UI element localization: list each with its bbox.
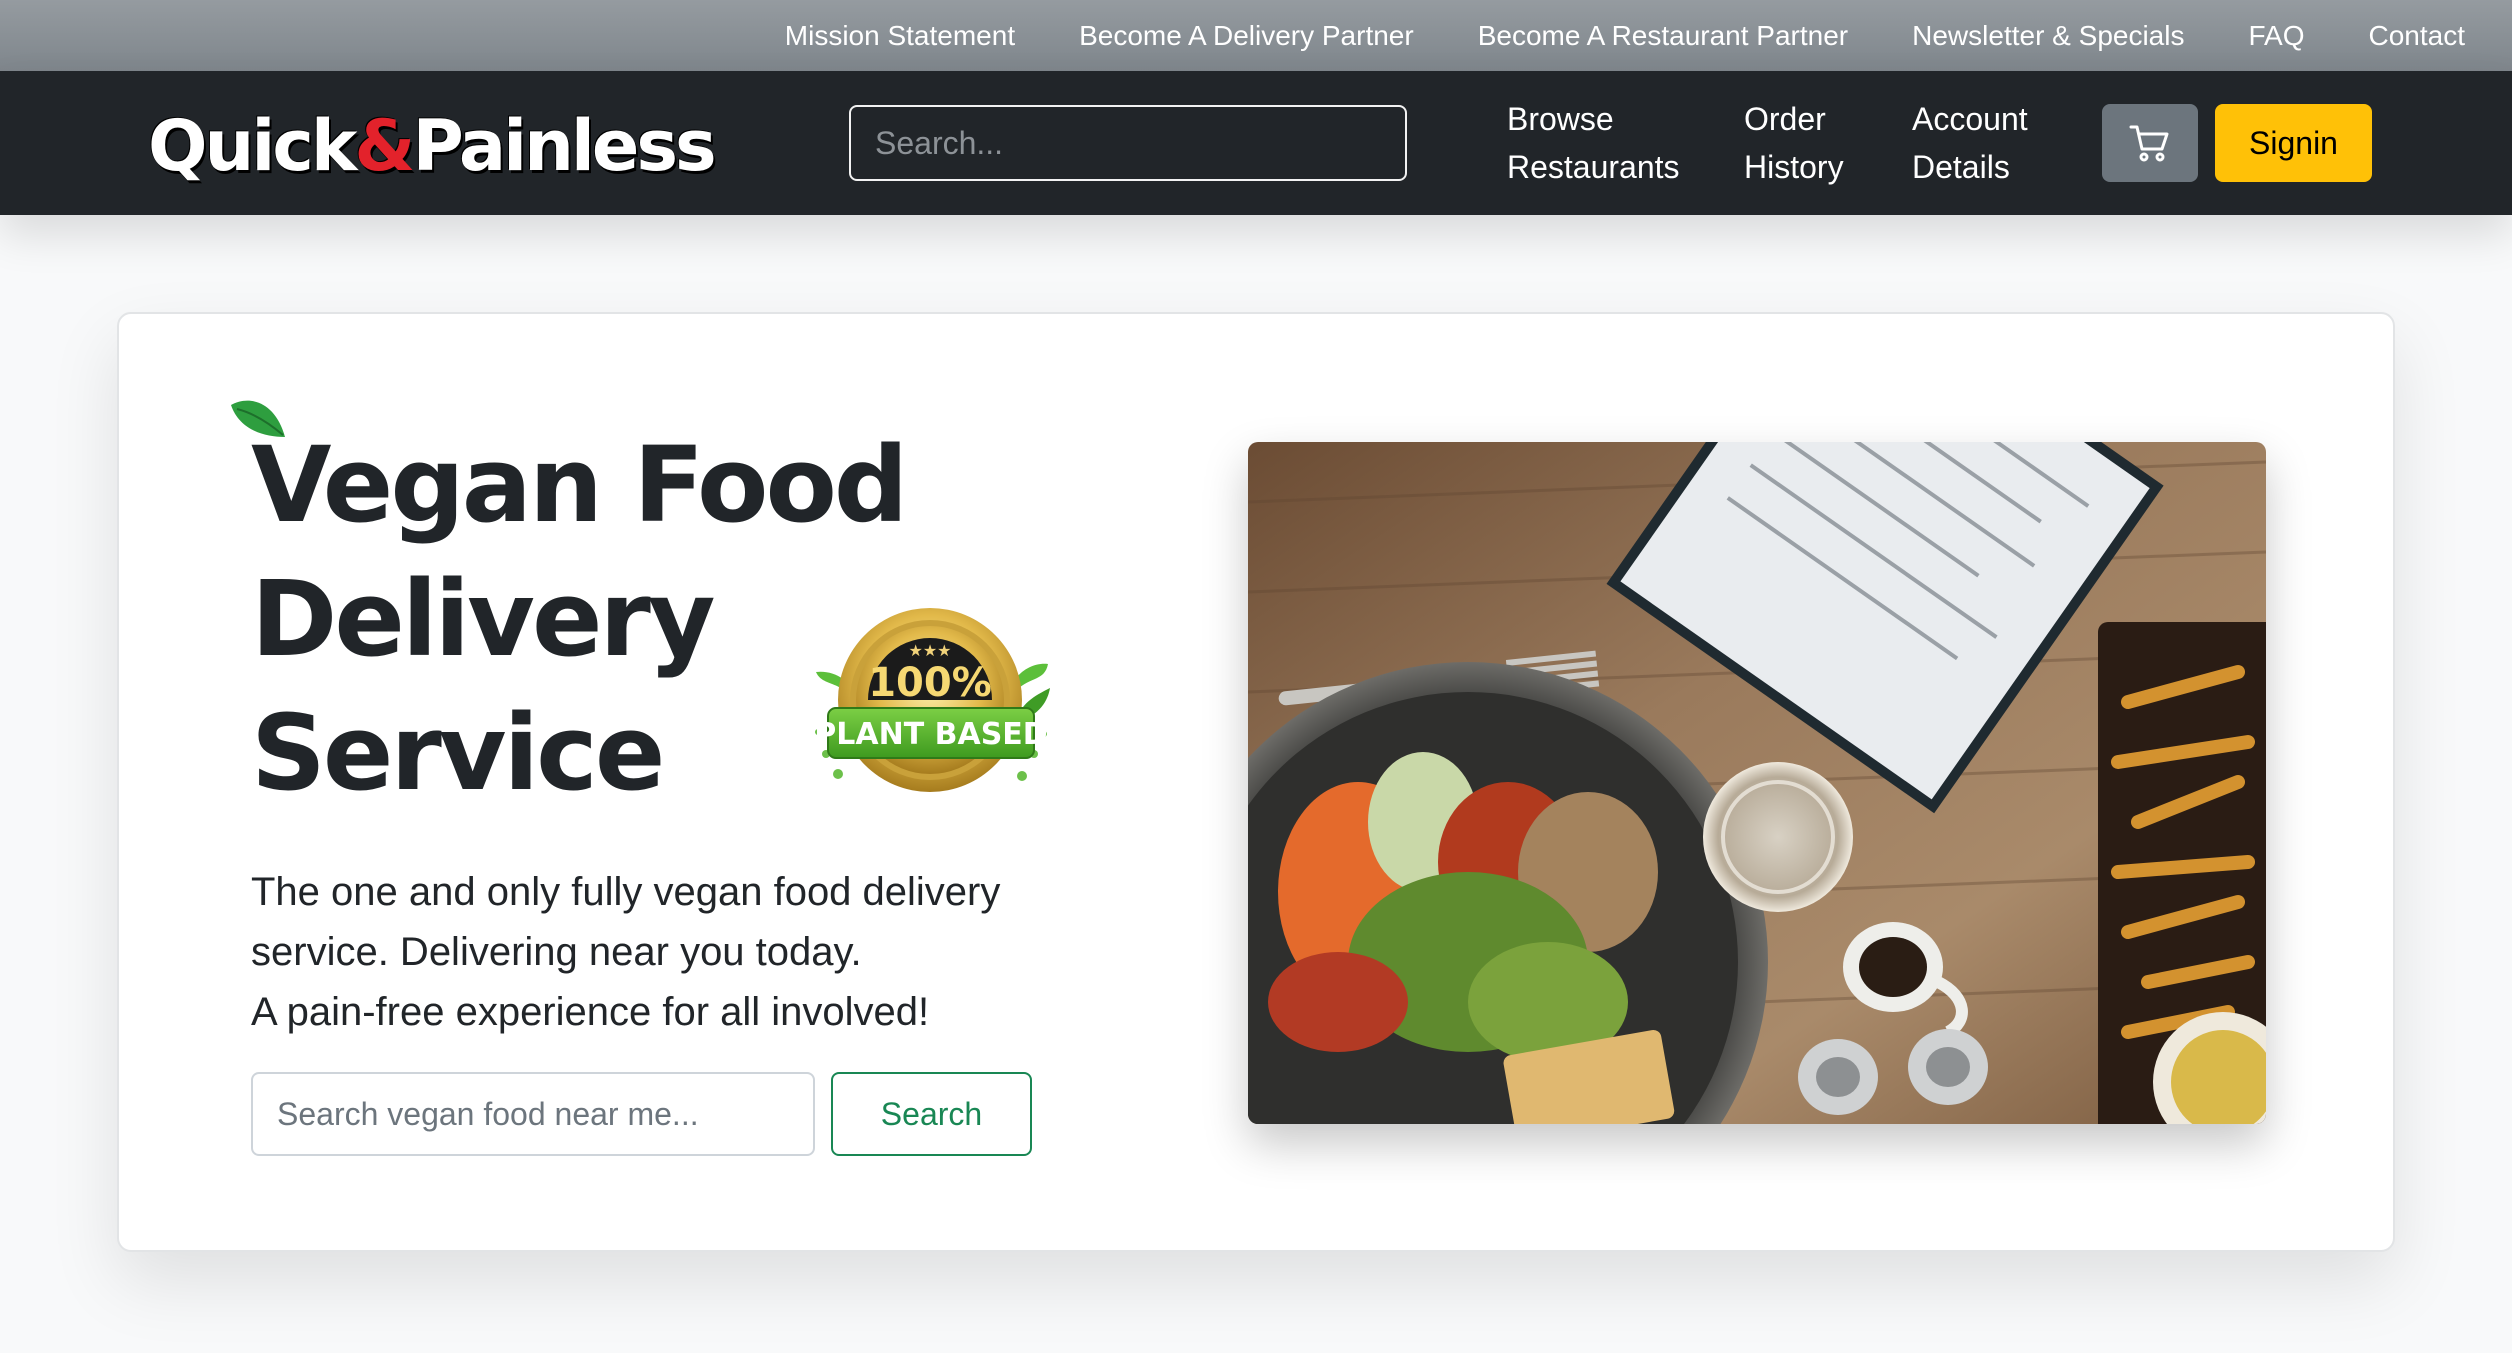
hero-description-line3: A pain-free experience for all involved! [251,990,930,1034]
hero-description-line2: service. Delivering near you today. [251,930,862,974]
nav-account-line2: Details [1912,149,2010,185]
hero-description: The one and only fully vegan food delive… [251,862,1071,1042]
nav-browse-restaurants[interactable]: Browse Restaurants [1507,95,1680,191]
signin-button[interactable]: Signin [2215,104,2372,182]
cart-button[interactable] [2102,104,2198,182]
link-contact[interactable]: Contact [2369,20,2466,52]
brand-part2: Painless [412,105,716,187]
badge-stars: ★★★ [908,641,951,660]
hero-search-input[interactable] [251,1072,815,1156]
link-mission-statement[interactable]: Mission Statement [785,20,1015,52]
nav-order-line1: Order [1744,101,1826,137]
link-restaurant-partner[interactable]: Become A Restaurant Partner [1478,20,1848,52]
cart-icon [2129,125,2169,162]
food-photo-illustration [1248,442,2266,1124]
link-delivery-partner[interactable]: Become A Delivery Partner [1079,20,1414,52]
hero-search-button[interactable]: Search [831,1072,1032,1156]
nav-account-line1: Account [1912,101,2028,137]
plant-based-badge: ★★★ 100% PLANT BASED [814,608,1050,792]
link-newsletter[interactable]: Newsletter & Specials [1912,20,2184,52]
food-photo [1248,442,2266,1124]
nav-browse-line2: Restaurants [1507,149,1680,185]
nav-order-line2: History [1744,149,1844,185]
hero-title-line1: Vegan Food [251,424,908,546]
badge-label: PLANT BASED [814,717,1047,752]
top-utility-bar: Mission Statement Become A Delivery Part… [0,0,2512,71]
nav-order-history[interactable]: Order History [1744,95,1844,191]
link-faq[interactable]: FAQ [2248,20,2304,52]
brand-part1: Quick [148,105,357,187]
brand-logo[interactable]: Quick&Painless [148,105,717,187]
nav-browse-line1: Browse [1507,101,1614,137]
hero-description-line1: The one and only fully vegan food delive… [251,870,1001,914]
nav-account-details[interactable]: Account Details [1912,95,2028,191]
badge-percent: 100% [868,660,992,706]
nav-search-input[interactable] [849,105,1407,181]
brand-ampersand: & [354,105,415,187]
main-navbar: Quick&Painless Browse Restaurants Order … [0,71,2512,215]
